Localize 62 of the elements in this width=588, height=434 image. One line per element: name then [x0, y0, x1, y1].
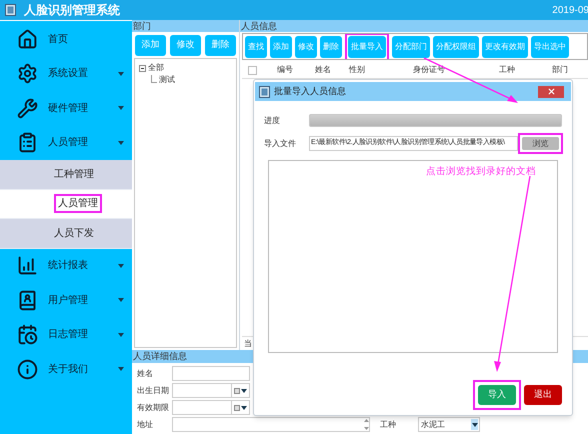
panel-header: 部门: [132, 20, 239, 32]
progress-label: 进度: [264, 114, 281, 126]
column-header[interactable]: 部门: [545, 64, 575, 76]
caret-icon: [472, 422, 478, 426]
sidebar-item[interactable]: 首页: [0, 22, 132, 56]
date-picker-button[interactable]: [231, 401, 249, 414]
dialog-title: 批量导入人员信息: [274, 84, 346, 98]
caret-icon: [241, 406, 247, 410]
submenu-item[interactable]: 人员下发: [0, 219, 132, 248]
collapse-icon[interactable]: [139, 64, 146, 72]
contact-book-icon: [17, 290, 38, 311]
window-title: 人脸识别管理系统: [24, 2, 120, 19]
browse-button[interactable]: 浏览: [522, 137, 559, 150]
exit-button[interactable]: 退出: [524, 385, 562, 405]
home-icon: [17, 28, 38, 50]
name-field[interactable]: [172, 366, 250, 381]
submenu-item[interactable]: 人员管理: [0, 190, 132, 219]
sidebar-item[interactable]: 人员管理: [0, 126, 132, 160]
annotation-text: 点击浏览找到录好的文档: [426, 165, 536, 179]
sidebar-item[interactable]: 系统设置: [0, 56, 132, 91]
date-picker-button[interactable]: [231, 384, 249, 397]
address-field[interactable]: [172, 417, 370, 432]
submenu-label: 人员下发: [54, 226, 94, 241]
sidebar-item[interactable]: 关于我们: [0, 352, 132, 386]
file-label: 导入文件: [264, 138, 297, 150]
column-header[interactable]: 姓名: [315, 64, 349, 76]
wrench-icon: [17, 98, 38, 119]
field-label: 有效期限: [137, 402, 170, 414]
sidebar-item[interactable]: 日志管理: [0, 318, 132, 352]
clipboard-icon: [17, 132, 38, 154]
column-header[interactable]: 编号: [277, 64, 315, 76]
settings-icon: [17, 63, 38, 84]
column-header[interactable]: 性别: [349, 64, 389, 76]
panel-header: 人员信息: [240, 20, 588, 32]
date-field[interactable]: [172, 400, 250, 415]
select-all-checkbox[interactable]: [248, 66, 257, 74]
sidebar-item[interactable]: 统计报表: [0, 248, 132, 283]
calendar-clock-icon: [17, 324, 38, 346]
close-button[interactable]: [538, 86, 564, 98]
dropdown-button[interactable]: [471, 419, 478, 430]
scroll-arrows-icon: [364, 418, 369, 431]
field-label: 出生日期: [137, 384, 170, 396]
select-field[interactable]: 水泥工: [418, 417, 480, 432]
field-label: 工种: [380, 418, 397, 430]
caret-icon: [241, 388, 247, 392]
submenu-item[interactable]: 工种管理: [0, 160, 132, 190]
field-label: 地址: [137, 418, 154, 430]
sidebar-item[interactable]: 用户管理: [0, 283, 132, 318]
submenu-label: 工种管理: [54, 168, 94, 182]
info-icon: [17, 358, 38, 380]
column-header[interactable]: 工种: [469, 64, 545, 76]
pager-text: 当: [244, 338, 252, 350]
tree-item[interactable]: 全部: [148, 62, 164, 74]
tree-item[interactable]: 测试: [159, 74, 175, 86]
close-icon: [546, 87, 556, 96]
bar-chart-icon: [17, 255, 38, 276]
window-icon: [259, 86, 270, 98]
date-field[interactable]: [172, 383, 250, 398]
window-icon: [5, 4, 16, 16]
field-label: 姓名: [137, 368, 154, 380]
submenu-label: 人员管理: [58, 197, 98, 212]
sidebar-item[interactable]: 硬件管理: [0, 91, 132, 126]
